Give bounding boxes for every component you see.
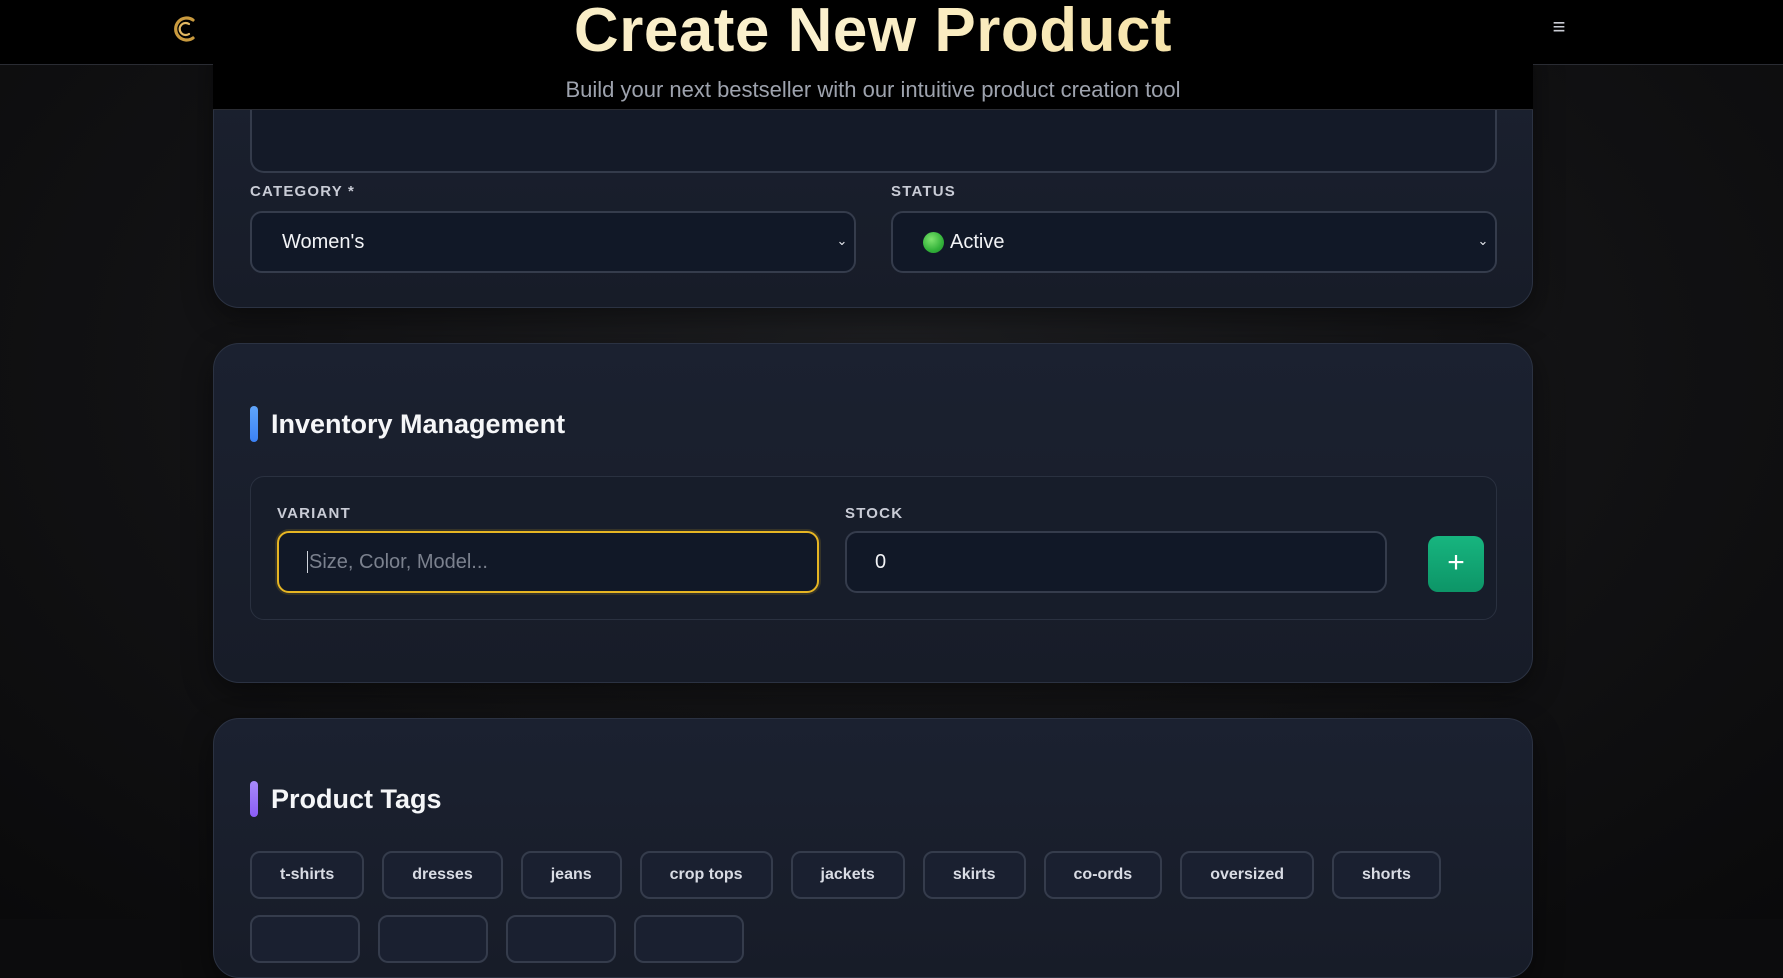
section-accent-bar xyxy=(250,781,258,817)
section-accent-bar xyxy=(250,406,258,442)
status-value: Active xyxy=(950,231,1004,254)
tag-chip[interactable]: jackets xyxy=(791,851,905,899)
tag-chip[interactable]: skirts xyxy=(923,851,1026,899)
category-label: CATEGORY * xyxy=(250,183,355,200)
stock-label: STOCK xyxy=(845,505,903,522)
inventory-title-text: Inventory Management xyxy=(271,409,565,440)
stock-value: 0 xyxy=(875,551,886,574)
tag-chip[interactable] xyxy=(634,915,744,963)
tag-chip[interactable]: crop tops xyxy=(640,851,773,899)
inventory-card: Inventory Management VARIANT Size, Color… xyxy=(213,343,1533,683)
variant-label: VARIANT xyxy=(277,505,351,522)
chevron-down-icon: ⌄ xyxy=(834,233,850,249)
category-value: Women's xyxy=(282,231,364,254)
page-header: Create New Product Build your next bests… xyxy=(213,0,1533,110)
variant-placeholder: Size, Color, Model... xyxy=(309,551,488,574)
add-variant-button[interactable]: + xyxy=(1428,536,1484,592)
hamburger-menu-icon[interactable]: ≡ xyxy=(1546,14,1572,40)
tags-title-text: Product Tags xyxy=(271,784,442,815)
page-subtitle: Build your next bestseller with our intu… xyxy=(213,77,1533,103)
tag-chip[interactable]: t-shirts xyxy=(250,851,364,899)
page-title: Create New Product xyxy=(213,0,1533,62)
tag-chip[interactable]: dresses xyxy=(382,851,503,899)
tag-chip[interactable]: oversized xyxy=(1180,851,1314,899)
status-select[interactable]: Active ⌄ xyxy=(891,211,1497,273)
tags-list-overflow xyxy=(250,915,744,963)
status-label: STATUS xyxy=(891,183,956,200)
variant-input[interactable]: Size, Color, Model... xyxy=(277,531,819,593)
tags-list: t-shirts dresses jeans crop tops jackets… xyxy=(250,851,1441,899)
tag-chip[interactable] xyxy=(506,915,616,963)
tag-chip[interactable] xyxy=(250,915,360,963)
brand-logo-icon[interactable] xyxy=(168,12,202,46)
inventory-section-title: Inventory Management xyxy=(250,406,565,442)
tag-chip[interactable]: shorts xyxy=(1332,851,1441,899)
variant-row: VARIANT Size, Color, Model... STOCK 0 + xyxy=(250,476,1497,620)
text-caret xyxy=(307,551,308,573)
tag-chip[interactable]: co-ords xyxy=(1044,851,1163,899)
tag-chip[interactable] xyxy=(378,915,488,963)
tag-chip[interactable]: jeans xyxy=(521,851,622,899)
category-select[interactable]: Women's ⌄ xyxy=(250,211,856,273)
status-dot-icon xyxy=(923,232,944,253)
tags-section-title: Product Tags xyxy=(250,781,442,817)
chevron-down-icon: ⌄ xyxy=(1475,233,1491,249)
stock-input[interactable]: 0 xyxy=(845,531,1387,593)
tags-card: Product Tags t-shirts dresses jeans crop… xyxy=(213,718,1533,978)
